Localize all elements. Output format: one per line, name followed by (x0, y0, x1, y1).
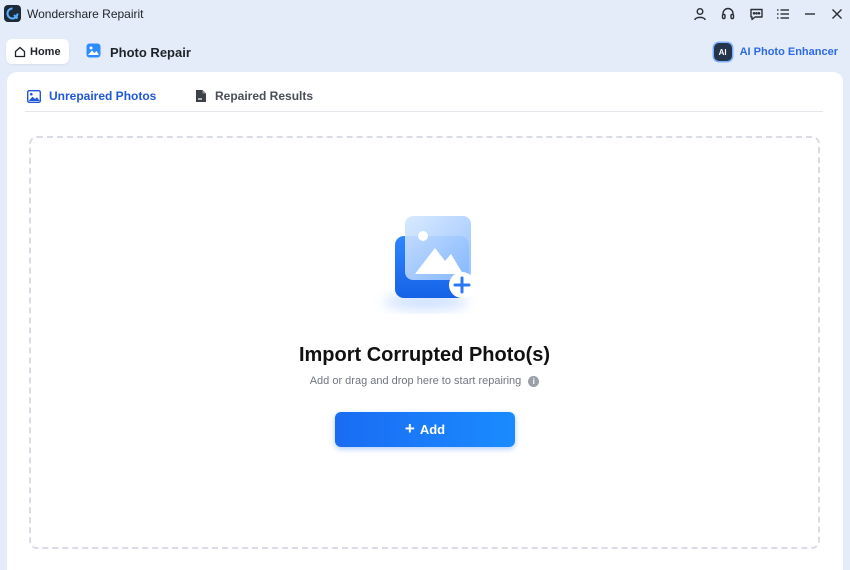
headset-icon[interactable] (719, 5, 737, 23)
user-icon[interactable] (691, 5, 709, 23)
tab-unrepaired-photos[interactable]: Unrepaired Photos (27, 86, 156, 106)
import-subtitle: Add or drag and drop here to start repai… (309, 375, 522, 387)
tab-bar: Unrepaired Photos Repaired Results (25, 80, 823, 112)
import-subtitle-row: Add or drag and drop here to start repai… (31, 375, 818, 387)
plus-icon: + (404, 419, 415, 438)
tab-unrepaired-label: Unrepaired Photos (49, 89, 157, 103)
add-button[interactable]: + Add (335, 412, 515, 447)
chat-icon[interactable] (747, 5, 765, 23)
menu-icon[interactable] (774, 5, 792, 23)
tab-repaired-results[interactable]: Repaired Results (195, 86, 313, 106)
header-row: Home Photo Repair AI AI Photo Enhancer (0, 36, 850, 68)
close-icon[interactable] (828, 5, 846, 23)
image-icon (27, 89, 41, 103)
ai-badge-icon: AI (713, 43, 732, 61)
photo-repair-icon (86, 43, 101, 58)
main-panel: Unrepaired Photos Repaired Results Impor… (7, 72, 843, 570)
document-icon (196, 90, 206, 102)
photo-drop-zone[interactable]: Import Corrupted Photo(s) Add or drag an… (29, 136, 820, 549)
tab-repaired-label: Repaired Results (215, 89, 314, 103)
minimize-icon[interactable] (801, 5, 819, 23)
info-icon[interactable]: i (528, 375, 540, 387)
title-bar: Wondershare Repairit (0, 0, 850, 30)
module-title: Photo Repair (110, 45, 191, 60)
import-photo-icon (371, 214, 481, 314)
app-logo-icon (4, 5, 21, 22)
add-label: Add (419, 422, 446, 437)
ai-photo-enhancer-label: AI Photo Enhancer (739, 46, 838, 58)
import-title: Import Corrupted Photo(s) (298, 344, 551, 366)
home-button[interactable]: Home (6, 39, 69, 64)
app-title: Wondershare Repairit (27, 7, 144, 21)
ai-photo-enhancer-button[interactable]: AI AI Photo Enhancer (713, 42, 838, 62)
home-icon (14, 46, 26, 57)
home-label: Home (30, 45, 61, 58)
